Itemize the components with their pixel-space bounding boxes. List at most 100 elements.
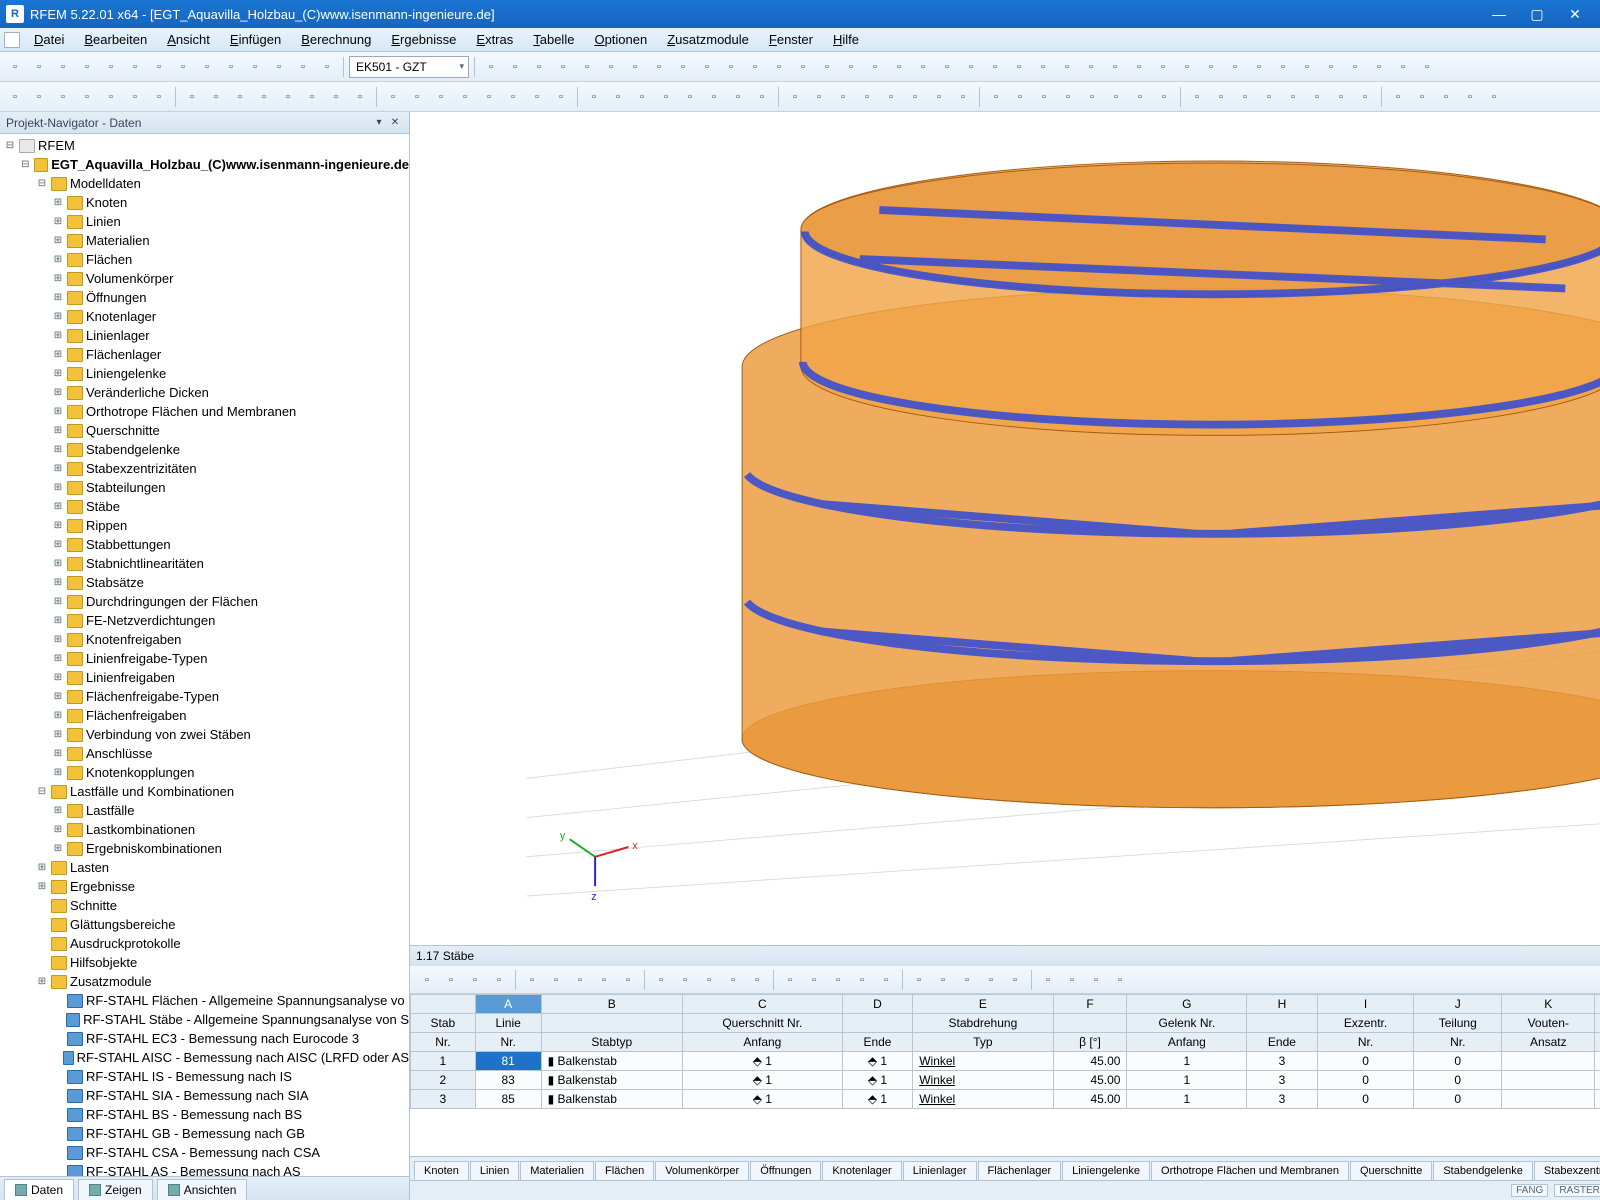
tree-node[interactable]: ⊞ Lastfälle <box>0 801 409 820</box>
tree-node[interactable]: Hilfsobjekte <box>0 953 409 972</box>
toolbar-button[interactable]: ▫ <box>148 56 170 78</box>
tree-node[interactable]: ⊟ Lastfälle und Kombinationen <box>0 782 409 801</box>
tree-node[interactable]: ⊞ Orthotrope Flächen und Membranen <box>0 402 409 421</box>
toolbar-button[interactable]: ▫ <box>1435 86 1457 108</box>
toolbar-button[interactable]: ▫ <box>727 86 749 108</box>
tree-node[interactable]: ⊟ EGT_Aquavilla_Holzbau_(C)www.isenmann-… <box>0 155 409 174</box>
toolbar-button[interactable]: ▫ <box>480 56 502 78</box>
toolbar-button[interactable]: ▫ <box>840 56 862 78</box>
toolbar-button[interactable]: ▫ <box>316 56 338 78</box>
toolbar-button[interactable]: ▫ <box>1272 56 1294 78</box>
toolbar-button[interactable]: ▫ <box>292 56 314 78</box>
table-toolbar-button[interactable]: ▫ <box>488 969 510 991</box>
toolbar-button[interactable]: ▫ <box>624 56 646 78</box>
table-toolbar-button[interactable]: ▫ <box>545 969 567 991</box>
table-row[interactable]: 2 83 ▮ Balkenstab ⬘ 1⬘ 1 Winkel45.00 130… <box>411 1071 1600 1090</box>
tree-node[interactable]: RF-STAHL Flächen - Allgemeine Spannungsa… <box>0 991 409 1010</box>
tree-node[interactable]: ⊞ Materialien <box>0 231 409 250</box>
toolbar-button[interactable]: ▫ <box>583 86 605 108</box>
toolbar-button[interactable]: ▫ <box>936 56 958 78</box>
toolbar-button[interactable]: ▫ <box>984 56 1006 78</box>
toolbar-button[interactable]: ▫ <box>696 56 718 78</box>
toolbar-button[interactable]: ▫ <box>751 86 773 108</box>
toolbar-button[interactable]: ▫ <box>880 86 902 108</box>
menu-ergebnisse[interactable]: Ergebnisse <box>381 30 466 49</box>
col-letter[interactable]: F <box>1053 995 1127 1014</box>
toolbar-button[interactable]: ▫ <box>1129 86 1151 108</box>
table-tab[interactable]: Flächenlager <box>978 1161 1062 1180</box>
tree-node[interactable]: ⊞ Linienfreigaben <box>0 668 409 687</box>
table-toolbar-button[interactable]: ▫ <box>698 969 720 991</box>
table-toolbar-button[interactable]: ▫ <box>875 969 897 991</box>
tree-node[interactable]: RF-STAHL IS - Bemessung nach IS <box>0 1067 409 1086</box>
table-tab[interactable]: Öffnungen <box>750 1161 821 1180</box>
toolbar-button[interactable]: ▫ <box>100 86 122 108</box>
toolbar-button[interactable]: ▫ <box>672 56 694 78</box>
toolbar-button[interactable]: ▫ <box>1368 56 1390 78</box>
toolbar-button[interactable]: ▫ <box>28 56 50 78</box>
tree-node[interactable]: ⊞ Veränderliche Dicken <box>0 383 409 402</box>
tree-node[interactable]: ⊞ FE-Netzverdichtungen <box>0 611 409 630</box>
table-tab[interactable]: Stabendgelenke <box>1433 1161 1533 1180</box>
toolbar-button[interactable]: ▫ <box>1483 86 1505 108</box>
toolbar-button[interactable]: ▫ <box>148 86 170 108</box>
toolbar-button[interactable]: ▫ <box>679 86 701 108</box>
tree-node[interactable]: RF-STAHL EC3 - Bemessung nach Eurocode 3 <box>0 1029 409 1048</box>
toolbar-button[interactable]: ▫ <box>4 56 26 78</box>
table-toolbar-button[interactable]: ▫ <box>722 969 744 991</box>
toolbar-button[interactable]: ▫ <box>888 56 910 78</box>
tree-node[interactable]: ⊞ Stabnichtlinearitäten <box>0 554 409 573</box>
toolbar-button[interactable]: ▫ <box>1224 56 1246 78</box>
navigator-tree[interactable]: ⊟ RFEM ⊟ EGT_Aquavilla_Holzbau_(C)www.is… <box>0 134 409 1176</box>
table-toolbar-button[interactable]: ▫ <box>416 969 438 991</box>
toolbar-button[interactable]: ▫ <box>4 86 26 108</box>
toolbar-button[interactable]: ▫ <box>1354 86 1376 108</box>
menu-einfügen[interactable]: Einfügen <box>220 30 291 49</box>
toolbar-button[interactable]: ▫ <box>744 56 766 78</box>
minimize-button[interactable]: — <box>1480 2 1518 26</box>
tree-node[interactable]: ⊟ RFEM <box>0 136 409 155</box>
menu-tabelle[interactable]: Tabelle <box>523 30 584 49</box>
toolbar-button[interactable]: ▫ <box>196 56 218 78</box>
toolbar-button[interactable]: ▫ <box>528 56 550 78</box>
tree-node[interactable]: ⊞ Stabendgelenke <box>0 440 409 459</box>
navigator-tab-daten[interactable]: Daten <box>4 1179 74 1200</box>
tree-node[interactable]: ⊞ Flächenfreigabe-Typen <box>0 687 409 706</box>
tree-node[interactable]: ⊞ Zusatzmodule <box>0 972 409 991</box>
table-toolbar-button[interactable]: ▫ <box>803 969 825 991</box>
toolbar-button[interactable]: ▫ <box>600 56 622 78</box>
toolbar-button[interactable]: ▫ <box>502 86 524 108</box>
col-letter[interactable]: H <box>1247 995 1317 1014</box>
toolbar-button[interactable]: ▫ <box>172 56 194 78</box>
toolbar-button[interactable]: ▫ <box>1344 56 1366 78</box>
table-toolbar-button[interactable]: ▫ <box>440 969 462 991</box>
toolbar-button[interactable]: ▫ <box>792 56 814 78</box>
toolbar-button[interactable]: ▫ <box>76 86 98 108</box>
tree-node[interactable]: Glättungsbereiche <box>0 915 409 934</box>
toolbar-button[interactable]: ▫ <box>1416 56 1438 78</box>
tree-node[interactable]: ⊞ Lasten <box>0 858 409 877</box>
table-toolbar-button[interactable]: ▫ <box>650 969 672 991</box>
tree-node[interactable]: ⊞ Stäbe <box>0 497 409 516</box>
tree-node[interactable]: RF-STAHL AISC - Bemessung nach AISC (LRF… <box>0 1048 409 1067</box>
toolbar-button[interactable]: ▫ <box>1153 86 1175 108</box>
tree-node[interactable]: ⊞ Knotenfreigaben <box>0 630 409 649</box>
tree-node[interactable]: RF-STAHL BS - Bemessung nach BS <box>0 1105 409 1124</box>
toolbar-button[interactable]: ▫ <box>526 86 548 108</box>
table-tab[interactable]: Knoten <box>414 1161 469 1180</box>
toolbar-button[interactable]: ▫ <box>1282 86 1304 108</box>
toolbar-button[interactable]: ▫ <box>1186 86 1208 108</box>
tree-node[interactable]: ⊞ Linienfreigabe-Typen <box>0 649 409 668</box>
toolbar-button[interactable]: ▫ <box>1330 86 1352 108</box>
toolbar-button[interactable]: ▫ <box>720 56 742 78</box>
tree-node[interactable]: ⊞ Lastkombinationen <box>0 820 409 839</box>
table-toolbar-button[interactable]: ▫ <box>521 969 543 991</box>
tree-node[interactable]: ⊞ Rippen <box>0 516 409 535</box>
toolbar-button[interactable]: ▫ <box>1234 86 1256 108</box>
toolbar-button[interactable]: ▫ <box>382 86 404 108</box>
toolbar-button[interactable]: ▫ <box>277 86 299 108</box>
toolbar-button[interactable]: ▫ <box>1008 56 1030 78</box>
toolbar-button[interactable]: ▫ <box>768 56 790 78</box>
toolbar-button[interactable]: ▫ <box>454 86 476 108</box>
tree-node[interactable]: ⊞ Querschnitte <box>0 421 409 440</box>
